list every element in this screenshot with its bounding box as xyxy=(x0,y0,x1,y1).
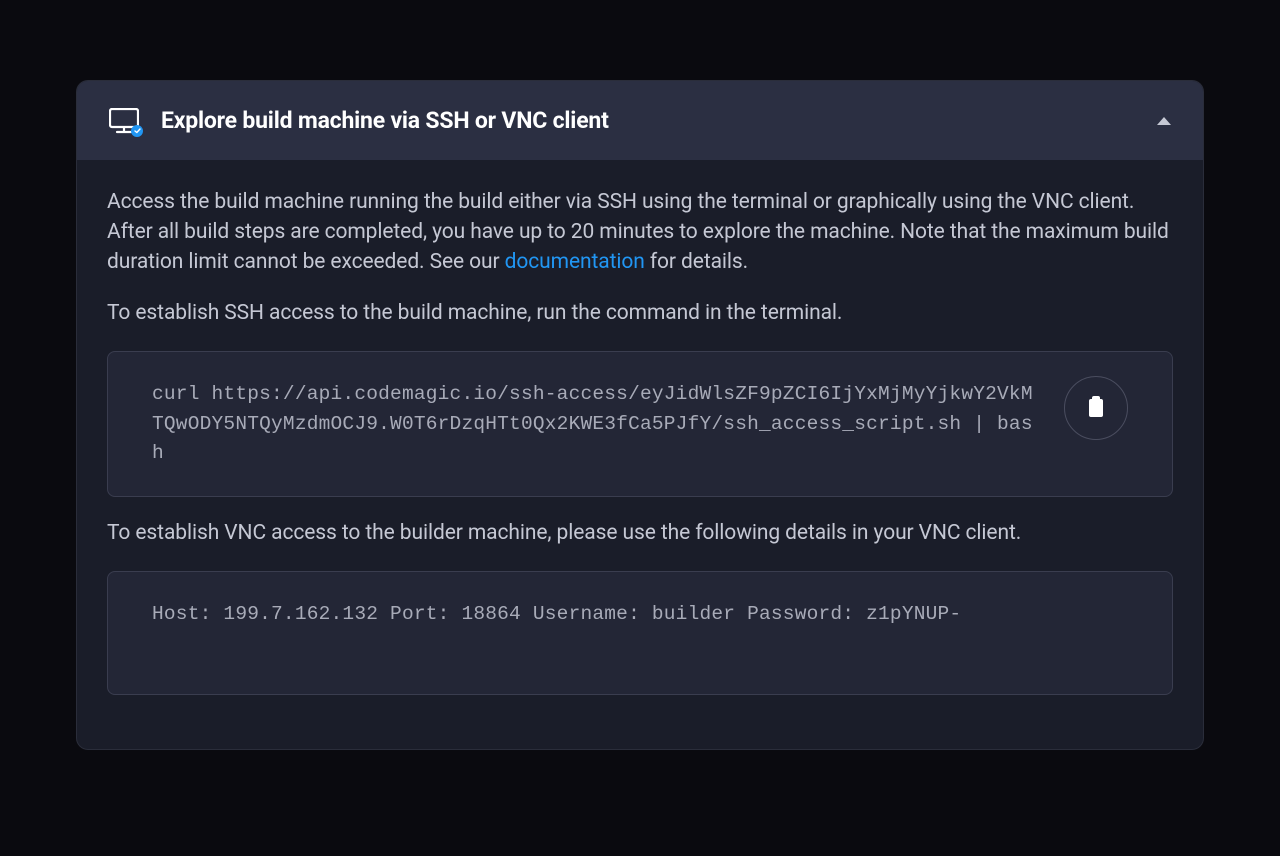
copy-button[interactable] xyxy=(1064,376,1128,440)
description-text: Access the build machine running the bui… xyxy=(107,188,1173,277)
documentation-link[interactable]: documentation xyxy=(505,250,645,274)
ssh-command-block: curl https://api.codemagic.io/ssh-access… xyxy=(107,351,1173,497)
check-badge-icon xyxy=(131,125,143,137)
ssh-command-text: curl https://api.codemagic.io/ssh-access… xyxy=(152,380,1044,468)
panel-header[interactable]: Explore build machine via SSH or VNC cli… xyxy=(77,81,1203,160)
collapse-icon[interactable] xyxy=(1157,117,1171,125)
ssh-instruction: To establish SSH access to the build mac… xyxy=(107,299,1173,329)
panel-header-left: Explore build machine via SSH or VNC cli… xyxy=(109,107,609,134)
vnc-details-block: Host: 199.7.162.132 Port: 18864 Username… xyxy=(107,571,1173,695)
monitor-icon xyxy=(109,108,139,134)
vnc-details-text: Host: 199.7.162.132 Port: 18864 Username… xyxy=(152,600,1128,629)
panel-title: Explore build machine via SSH or VNC cli… xyxy=(161,107,609,134)
panel-body: Access the build machine running the bui… xyxy=(77,160,1203,749)
explore-build-machine-panel: Explore build machine via SSH or VNC cli… xyxy=(76,80,1204,750)
clipboard-icon xyxy=(1089,399,1103,417)
vnc-instruction: To establish VNC access to the builder m… xyxy=(107,519,1173,549)
